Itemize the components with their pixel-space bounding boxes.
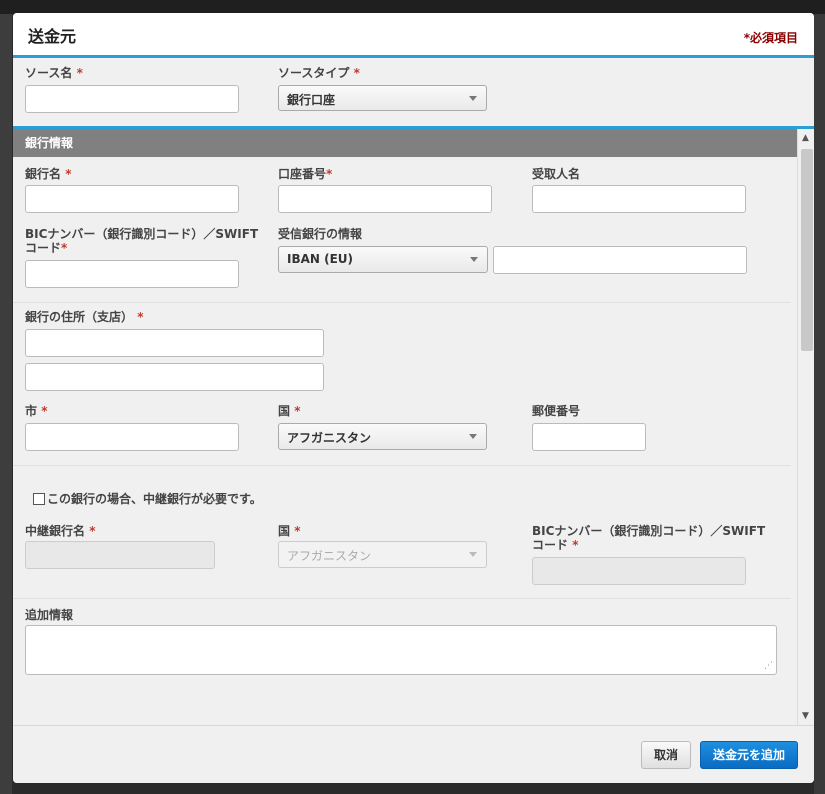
bank-address-label: 銀行の住所（支店） * — [25, 310, 144, 324]
intermediary-bic-input[interactable] — [532, 557, 746, 585]
modal-header: 送金元 *必須項目 — [13, 13, 814, 58]
modal-title: 送金元 — [28, 27, 77, 46]
chevron-down-icon — [469, 552, 477, 557]
intermediary-checkbox-label[interactable]: この銀行の場合、中継銀行が必要です。 — [47, 492, 262, 506]
postal-code-label: 郵便番号 — [532, 404, 581, 418]
divider — [13, 465, 791, 466]
account-number-input[interactable] — [278, 185, 492, 213]
bic-input[interactable] — [25, 260, 239, 288]
background-topbar — [0, 0, 825, 14]
additional-info-label: 追加情報 — [25, 608, 74, 622]
bank-name-label: 銀行名 * — [25, 167, 72, 181]
intermediary-bank-name-label: 中継銀行名 * — [25, 524, 96, 538]
receiving-bank-select[interactable]: IBAN (EU) — [278, 246, 488, 273]
city-input[interactable] — [25, 423, 239, 451]
background-overlay-left — [0, 14, 12, 794]
intermediary-bank-name-input[interactable] — [25, 541, 215, 569]
divider — [13, 598, 791, 599]
source-section: ソース名 * ソースタイプ * 銀行口座 — [13, 58, 814, 129]
receiving-bank-input[interactable] — [493, 246, 747, 274]
postal-code-input[interactable] — [532, 423, 646, 451]
required-fields-note: *必須項目 — [743, 31, 798, 45]
form-scroll-area[interactable]: 銀行情報 銀行名 * 口座番号* 受取人名 BICナンバー（銀行識別コード）／S… — [13, 129, 814, 725]
chevron-down-icon — [469, 434, 477, 439]
receiving-bank-label: 受信銀行の情報 — [278, 227, 363, 241]
intermediary-bic-label: BICナンバー（銀行識別コード）／SWIFT コード * — [532, 524, 787, 552]
chevron-up-icon[interactable]: ▲ — [802, 133, 809, 143]
modal-footer: 取消 送金元を追加 — [13, 725, 814, 783]
bank-name-input[interactable] — [25, 185, 239, 213]
recipient-name-input[interactable] — [532, 185, 746, 213]
vertical-scrollbar[interactable]: ▲ ▼ — [797, 129, 814, 725]
intermediary-country-value: アフガニスタン — [287, 549, 372, 563]
account-number-label: 口座番号* — [278, 167, 333, 181]
recipient-name-label: 受取人名 — [532, 167, 581, 181]
add-source-button[interactable]: 送金元を追加 — [700, 741, 798, 769]
bic-label-line1: BICナンバー（銀行識別コード）／SWIFT — [25, 227, 259, 241]
bank-address-line1-input[interactable] — [25, 329, 324, 357]
chevron-down-icon — [469, 96, 477, 101]
source-type-select[interactable]: 銀行口座 — [278, 85, 487, 111]
intermediary-bic-label-line2: コード * — [532, 538, 579, 552]
country-value: アフガニスタン — [287, 431, 372, 445]
chevron-down-icon — [470, 257, 478, 262]
bank-info-section-header: 銀行情報 — [13, 129, 797, 157]
resize-handle-icon[interactable]: ⋰ — [764, 662, 773, 671]
bic-label-line2: コード* — [25, 241, 68, 255]
city-label: 市 * — [25, 404, 48, 418]
divider — [13, 302, 791, 303]
source-type-value: 銀行口座 — [287, 93, 336, 107]
background-overlay-right — [814, 14, 825, 794]
bic-label: BICナンバー（銀行識別コード）／SWIFT コード* — [25, 227, 275, 255]
intermediary-bic-label-line1: BICナンバー（銀行識別コード）／SWIFT — [532, 524, 766, 538]
country-label: 国 * — [278, 404, 301, 418]
scrollbar-thumb[interactable] — [801, 149, 813, 351]
intermediary-bank-checkbox[interactable] — [33, 493, 45, 505]
bank-address-line2-input[interactable] — [25, 363, 324, 391]
chevron-down-icon[interactable]: ▼ — [802, 711, 809, 721]
source-name-input[interactable] — [25, 85, 239, 113]
source-type-label: ソースタイプ * — [278, 66, 360, 80]
intermediary-country-label: 国 * — [278, 524, 301, 538]
receiving-bank-value: IBAN (EU) — [287, 252, 354, 266]
add-source-modal: 送金元 *必須項目 ソース名 * ソースタイプ * 銀行口座 銀行情報 銀行名 … — [13, 13, 814, 783]
source-name-label: ソース名 * — [25, 66, 83, 80]
additional-info-textarea[interactable]: ⋰ — [25, 625, 777, 675]
intermediary-country-select[interactable]: アフガニスタン — [278, 541, 487, 568]
country-select[interactable]: アフガニスタン — [278, 423, 487, 450]
cancel-button[interactable]: 取消 — [641, 741, 691, 769]
